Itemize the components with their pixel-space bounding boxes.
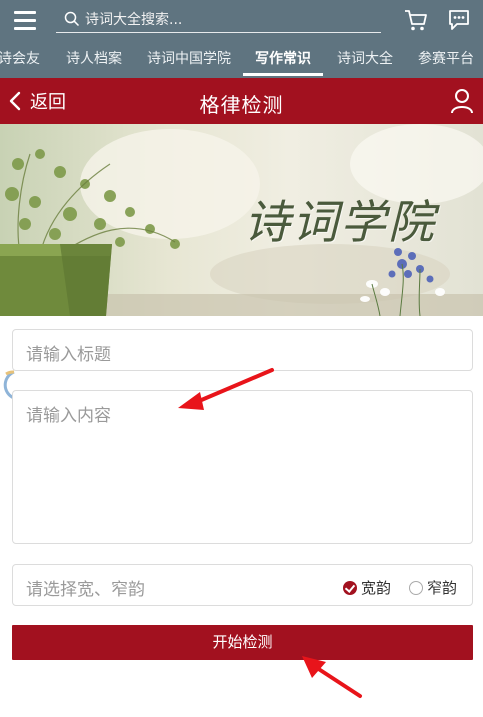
channel-tabs: 诗会友 诗人档案 诗词中国学院 写作常识 诗词大全 参赛平台	[0, 40, 483, 78]
hamburger-menu-icon[interactable]	[14, 10, 36, 30]
banner-image: 诗词学院	[0, 124, 483, 316]
tab-poet-archive[interactable]: 诗人档案	[66, 48, 122, 68]
rhyme-placeholder: 请选择宽、窄韵	[26, 580, 145, 600]
active-tab-indicator	[243, 73, 323, 76]
banner-calligraphy: 诗词学院	[244, 195, 436, 249]
search-icon	[64, 11, 80, 27]
rhyme-selector[interactable]: 请选择宽、窄韵 宽韵 窄韵	[12, 564, 473, 606]
top-app-bar: 诗词大全搜索...	[0, 0, 483, 40]
annotation-arrow-icon	[178, 368, 274, 410]
title-placeholder: 请输入标题	[26, 345, 111, 365]
cart-icon[interactable]	[404, 8, 428, 32]
tab-poetry-academy[interactable]: 诗词中国学院	[147, 48, 231, 68]
chat-icon[interactable]	[447, 8, 471, 32]
search-bar[interactable]: 诗词大全搜索...	[56, 6, 381, 33]
tab-poetry-friends[interactable]: 诗会友	[0, 48, 40, 68]
tab-writing-basics[interactable]: 写作常识	[255, 48, 311, 68]
rhyme-option-narrow-label: 窄韵	[427, 579, 458, 597]
annotation-arrow-icon	[302, 656, 362, 698]
tab-contest-platform[interactable]: 参赛平台	[418, 48, 474, 68]
rhyme-option-wide[interactable]: 宽韵	[343, 577, 391, 598]
start-check-button[interactable]: 开始检测	[12, 625, 473, 660]
page-header: 返回 格律检测	[0, 78, 483, 124]
tab-poetry-collection[interactable]: 诗词大全	[337, 48, 393, 68]
search-placeholder: 诗词大全搜索...	[85, 12, 183, 28]
radio-checked-icon[interactable]	[343, 580, 357, 595]
user-icon[interactable]	[450, 88, 474, 114]
rhyme-option-wide-label: 宽韵	[361, 579, 392, 597]
page-title: 格律检测	[199, 93, 284, 117]
radio-unchecked-icon[interactable]	[409, 580, 423, 595]
rhyme-option-narrow[interactable]: 窄韵	[409, 577, 457, 598]
content-placeholder: 请输入内容	[26, 406, 111, 426]
